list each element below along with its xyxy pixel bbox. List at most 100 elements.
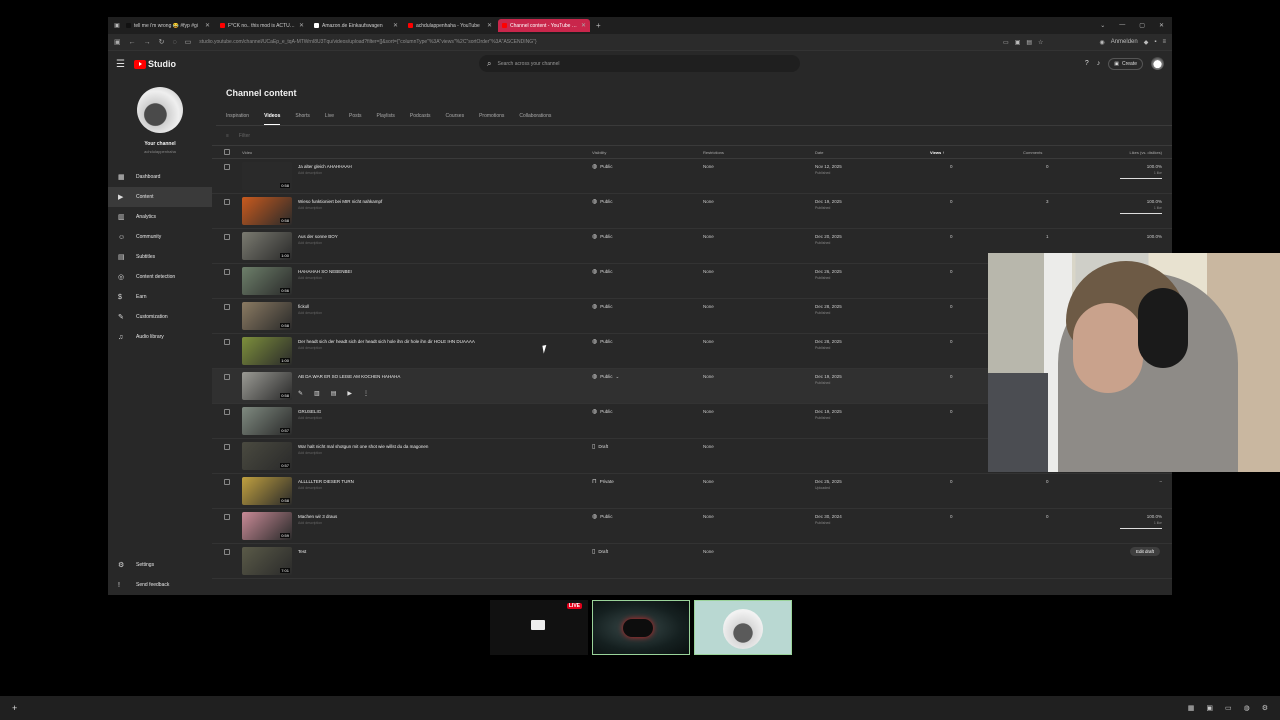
- select-all-checkbox[interactable]: [224, 149, 230, 155]
- row-checkbox[interactable]: [224, 269, 230, 275]
- video-thumbnail[interactable]: 0:58: [242, 302, 292, 330]
- bell-icon[interactable]: ♪: [1097, 60, 1101, 67]
- sidebar-item-analytics[interactable]: ▥ Analytics: [108, 207, 212, 227]
- visibility-cell[interactable]: ◍ Public: [592, 163, 613, 170]
- sidebar-item-content[interactable]: ▶ Content: [108, 187, 212, 207]
- col-views[interactable]: Views ↑: [930, 150, 944, 155]
- video-title[interactable]: HAHAHAH SO NEBENBEI: [298, 269, 352, 274]
- sidebar-item-community[interactable]: ☺ Community: [108, 227, 212, 247]
- tab-close-icon[interactable]: ✕: [205, 22, 210, 29]
- account-avatar[interactable]: [1151, 57, 1164, 70]
- sidebar-item-dashboard[interactable]: ▦ Dashboard: [108, 167, 212, 187]
- row-checkbox[interactable]: [224, 514, 230, 520]
- tab-close-icon[interactable]: ✕: [487, 22, 492, 29]
- row-checkbox[interactable]: [224, 164, 230, 170]
- picture-icon[interactable]: ▣: [1015, 39, 1021, 46]
- row-checkbox[interactable]: [224, 199, 230, 205]
- tab-videos[interactable]: Videos: [264, 113, 281, 125]
- add-icon[interactable]: +: [12, 703, 17, 713]
- col-visibility[interactable]: Visibility: [592, 150, 606, 155]
- video-title[interactable]: Aus der sonne BOY: [298, 234, 338, 239]
- visibility-cell[interactable]: ▯ Draft: [592, 443, 608, 450]
- row-checkbox[interactable]: [224, 479, 230, 485]
- video-thumbnail[interactable]: 1:00: [242, 232, 292, 260]
- col-comments[interactable]: Comments: [1023, 150, 1042, 155]
- visibility-cell[interactable]: ◍ Public: [592, 268, 613, 275]
- comments-icon[interactable]: ▤: [331, 390, 337, 397]
- row-checkbox[interactable]: [224, 339, 230, 345]
- video-title[interactable]: Ja alter gleich AHAHHAAH: [298, 164, 352, 169]
- browser-tab[interactable]: tell me i'm wrong 😂 #fyp #gi ✕: [122, 19, 214, 32]
- sidebar-item-earn[interactable]: $ Earn: [108, 287, 212, 307]
- lock-icon[interactable]: ▭: [185, 38, 192, 46]
- video-thumbnail[interactable]: 0:59: [242, 512, 292, 540]
- tab-podcasts[interactable]: Podcasts: [410, 113, 431, 125]
- tab-playlists[interactable]: Playlists: [377, 113, 395, 125]
- sidebar-item-settings[interactable]: ⚙ Settings: [108, 555, 212, 575]
- preview-obs[interactable]: LIVE: [490, 600, 588, 655]
- visibility-cell[interactable]: ◍ Public: [592, 233, 613, 240]
- url-field[interactable]: studio.youtube.com/channel/UCaEp_e_tqA-M…: [199, 39, 995, 45]
- tab-close-icon[interactable]: ✕: [393, 22, 398, 29]
- visibility-cell[interactable]: ◍ Public: [592, 198, 613, 205]
- visibility-cell[interactable]: ◍ Public: [592, 338, 613, 345]
- edit-icon[interactable]: ✎: [298, 390, 303, 397]
- tab-close-icon[interactable]: ✕: [581, 22, 586, 29]
- studio-logo[interactable]: Studio: [134, 59, 176, 69]
- screen-icon[interactable]: ▭: [1003, 39, 1009, 46]
- grid-icon[interactable]: ▦: [1188, 704, 1195, 712]
- tab-courses[interactable]: Courses: [445, 113, 464, 125]
- analytics-icon[interactable]: ▥: [314, 390, 320, 397]
- video-title[interactable]: Test: [298, 549, 306, 554]
- tab-collaborations[interactable]: Collaborations: [519, 113, 551, 125]
- chevron-down-icon[interactable]: ⌄: [616, 374, 620, 380]
- row-checkbox[interactable]: [224, 374, 230, 380]
- tab-live[interactable]: Live: [325, 113, 334, 125]
- video-title[interactable]: AB DA WAR ER SO LEISE AM KOCHEN HAHAHA: [298, 374, 400, 379]
- browser-tab[interactable]: Channel content - YouTube Stu ✕: [498, 19, 590, 32]
- settings-icon[interactable]: ⚙: [1262, 704, 1268, 712]
- visibility-cell[interactable]: ◍ Public: [592, 408, 613, 415]
- video-title[interactable]: ALLLLLTER DIESER TURN: [298, 479, 354, 484]
- profile-icon[interactable]: ◉: [1099, 39, 1104, 46]
- video-title[interactable]: fickoll: [298, 304, 309, 309]
- visibility-cell[interactable]: ◍ Public: [592, 513, 613, 520]
- tab-shorts[interactable]: Shorts: [295, 113, 309, 125]
- row-checkbox[interactable]: [224, 444, 230, 450]
- back-button[interactable]: ←: [129, 39, 136, 46]
- edit-draft-button[interactable]: Edit draft: [1129, 547, 1160, 556]
- shield-icon[interactable]: ◌: [173, 39, 177, 46]
- reload-button[interactable]: ↻: [159, 38, 165, 46]
- video-thumbnail[interactable]: 0:58: [242, 372, 292, 400]
- visibility-cell[interactable]: ◍ Public: [592, 303, 613, 310]
- row-checkbox[interactable]: [224, 409, 230, 415]
- video-title[interactable]: Der headt sich der headt sich der headt …: [298, 339, 475, 344]
- tab-promotions[interactable]: Promotions: [479, 113, 504, 125]
- table-row[interactable]: 0:58 Ja alter gleich AHAHHAAH Add descript…: [212, 159, 1172, 194]
- tab-actions-icon[interactable]: ▣: [112, 22, 122, 29]
- col-restrictions[interactable]: Restrictions: [703, 150, 724, 155]
- sign-in-link[interactable]: Anmelden: [1111, 39, 1138, 45]
- help-icon[interactable]: ?: [1085, 60, 1089, 67]
- maximize-button[interactable]: ▢: [1139, 22, 1145, 29]
- video-title[interactable]: Wieso funktioniert bei MIR nicht nahkamp…: [298, 199, 382, 204]
- tab-posts[interactable]: Posts: [349, 113, 362, 125]
- sidebar-item-feedback[interactable]: ! Send feedback: [108, 575, 212, 595]
- extension-icon[interactable]: ◆: [1144, 39, 1149, 46]
- browser-tab[interactable]: F*CK no.. this mod is ACTUALL ✕: [216, 19, 308, 32]
- row-checkbox[interactable]: [224, 304, 230, 310]
- channel-avatar[interactable]: [137, 87, 183, 133]
- video-title[interactable]: War halt nicht mal shotgun mit one shot …: [298, 444, 428, 449]
- visibility-cell[interactable]: ◍ Public ⌄: [592, 373, 620, 381]
- video-thumbnail[interactable]: 0:56: [242, 267, 292, 295]
- video-thumbnail[interactable]: 1:00: [242, 337, 292, 365]
- globe-icon[interactable]: ◍: [1244, 704, 1250, 712]
- col-likes[interactable]: Likes (vs. dislikes): [1130, 150, 1162, 155]
- sidebar-item-content-detection[interactable]: ◎ Content detection: [108, 267, 212, 287]
- create-button[interactable]: ▣ Create: [1108, 57, 1143, 70]
- search-input[interactable]: ⌕ Search across your channel: [479, 55, 800, 72]
- filter-bar[interactable]: ≡ Filter: [216, 125, 1172, 145]
- minimize-button[interactable]: —: [1119, 22, 1125, 29]
- preview-mouse[interactable]: [592, 600, 690, 655]
- video-thumbnail[interactable]: 0:58: [242, 197, 292, 225]
